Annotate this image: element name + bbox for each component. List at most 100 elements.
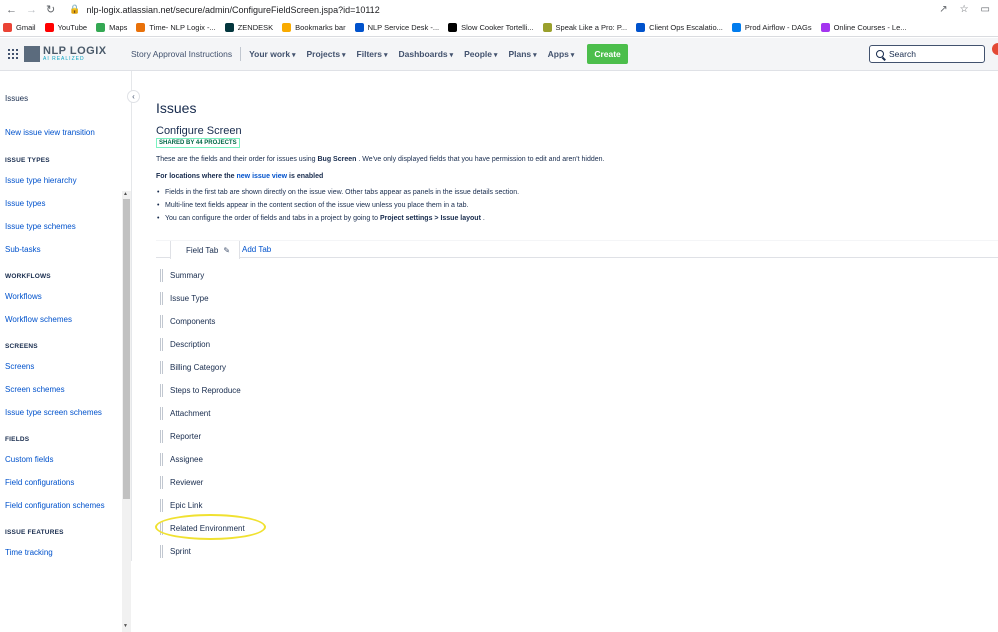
bookmark-item[interactable]: Time- NLP Logix -... [136, 23, 216, 32]
drag-handle-icon[interactable] [160, 268, 163, 282]
bookmark-item[interactable]: Gmail [3, 23, 36, 32]
sidebar-item-issues[interactable]: Issues [5, 94, 28, 103]
scroll-down-icon[interactable]: ▼ [123, 623, 128, 629]
nav-menu-dashboards[interactable]: Dashboards [399, 49, 454, 59]
add-tab-link[interactable]: Add Tab [242, 245, 271, 254]
sidebar-item-time-tracking[interactable]: Time tracking [5, 548, 53, 557]
field-row[interactable]: Summary [160, 268, 204, 282]
bookmark-item[interactable]: Bookmarks bar [282, 23, 346, 32]
drag-handle-icon[interactable] [160, 314, 163, 328]
drag-handle-icon[interactable] [160, 383, 163, 397]
drag-handle-icon[interactable] [160, 429, 163, 443]
new-issue-view-heading: For locations where the new issue view i… [156, 173, 324, 180]
nav-menu-your-work[interactable]: Your work [249, 49, 295, 59]
info-item: Fields in the first tab are shown direct… [156, 189, 519, 202]
search-input[interactable]: Search [869, 45, 985, 63]
bookmark-favicon-icon [136, 23, 146, 32]
drag-handle-icon[interactable] [160, 360, 163, 374]
back-icon[interactable]: ← [6, 4, 17, 16]
url-field[interactable]: nlp-logix.atlassian.net/secure/admin/Con… [86, 5, 379, 15]
field-row[interactable]: Billing Category [160, 360, 226, 374]
sidebar-item-workflow-schemes[interactable]: Workflow schemes [5, 315, 72, 324]
field-row[interactable]: Description [160, 337, 210, 351]
tab-field-tab[interactable]: Field Tab ✎ [170, 241, 240, 259]
sidebar-item-screen-schemes[interactable]: Screen schemes [5, 385, 65, 394]
sidebar-item-screens[interactable]: Screens [5, 362, 34, 371]
drag-handle-icon[interactable] [160, 291, 163, 305]
sidebar-item-issue-types[interactable]: Issue types [5, 199, 45, 208]
bookmark-favicon-icon [542, 23, 552, 32]
drag-handle-icon[interactable] [160, 337, 163, 351]
nav-menu-filters[interactable]: Filters [357, 49, 388, 59]
sidebar-item-field-configuration-schemes[interactable]: Field configuration schemes [5, 501, 105, 510]
nav-menu-projects[interactable]: Projects [307, 49, 346, 59]
bookmark-label: Client Ops Escalatio... [649, 23, 723, 32]
bookmark-favicon-icon [282, 23, 292, 32]
drag-handle-icon[interactable] [160, 475, 163, 489]
field-row[interactable]: Reviewer [160, 475, 203, 489]
story-approval-link[interactable]: Story Approval Instructions [131, 49, 232, 59]
bookmark-item[interactable]: Client Ops Escalatio... [636, 23, 723, 32]
bookmark-item[interactable]: Maps [96, 23, 127, 32]
bookmark-label: Gmail [16, 23, 36, 32]
drag-handle-icon[interactable] [160, 498, 163, 512]
bookmark-item[interactable]: NLP Service Desk -... [354, 23, 439, 32]
field-row[interactable]: Sprint [160, 544, 191, 558]
logo-tagline: AI REALIZED [43, 56, 85, 62]
forward-icon[interactable]: → [26, 4, 37, 16]
scroll-up-icon[interactable]: ▲ [123, 191, 128, 197]
sidebar-item-workflows[interactable]: Workflows [5, 292, 42, 301]
field-name: Assignee [170, 454, 203, 464]
bookmark-item[interactable]: Slow Cooker Tortelli... [448, 23, 534, 32]
sidebar-item-new-issue-view-transition[interactable]: New issue view transition [5, 128, 95, 137]
header-divider [240, 47, 242, 61]
field-row[interactable]: Attachment [160, 406, 210, 420]
main-nav: Your work Projects Filters Dashboards People… [249, 49, 574, 59]
share-icon[interactable]: ↗ [939, 4, 947, 15]
sidebar-section-fields: FIELDS [5, 436, 30, 443]
field-row[interactable]: Components [160, 314, 215, 328]
drag-handle-icon[interactable] [160, 544, 163, 558]
drag-handle-icon[interactable] [160, 452, 163, 466]
create-button[interactable]: Create [587, 44, 628, 64]
app-switcher-icon[interactable] [8, 49, 18, 59]
field-row[interactable]: Assignee [160, 452, 203, 466]
sidebar-item-field-configurations[interactable]: Field configurations [5, 478, 74, 487]
bookmark-label: Slow Cooker Tortelli... [461, 23, 534, 32]
new-issue-view-link[interactable]: new issue view [237, 173, 288, 180]
avatar[interactable] [992, 43, 998, 55]
reload-icon[interactable]: ↻ [46, 3, 55, 16]
star-icon[interactable]: ☆ [960, 4, 969, 15]
field-row[interactable]: Epic Link [160, 498, 202, 512]
bookmark-item[interactable]: Prod Airflow - DAGs [731, 23, 812, 32]
screen-title: Configure Screen [156, 125, 242, 137]
sidebar-scrollbar[interactable]: ▲ ▼ [122, 191, 131, 632]
lock-icon[interactable]: 🔒 [69, 4, 80, 15]
bookmark-item[interactable]: YouTube [44, 23, 87, 32]
scroll-thumb[interactable] [123, 199, 130, 499]
nav-menu-apps[interactable]: Apps [548, 49, 575, 59]
drag-handle-icon[interactable] [160, 406, 163, 420]
sidebar-item-custom-fields[interactable]: Custom fields [5, 455, 53, 464]
collapse-sidebar-icon[interactable]: ‹ [127, 90, 140, 103]
nav-menu-people[interactable]: People [464, 49, 497, 59]
sidebar-item-issue-type-screen-schemes[interactable]: Issue type screen schemes [5, 408, 102, 417]
field-row[interactable]: Reporter [160, 429, 201, 443]
bookmark-favicon-icon [3, 23, 12, 32]
logo-mark-icon [24, 46, 40, 62]
bookmark-item[interactable]: ZENDESK [224, 23, 273, 32]
bookmark-label: Online Courses - Le... [833, 23, 907, 32]
bookmark-item[interactable]: Online Courses - Le... [820, 23, 907, 32]
sidebar-item-sub-tasks[interactable]: Sub-tasks [5, 245, 41, 254]
nav-menu-plans[interactable]: Plans [508, 49, 536, 59]
edit-pencil-icon[interactable]: ✎ [223, 246, 230, 255]
field-row[interactable]: Steps to Reproduce [160, 383, 241, 397]
sidebar-item-issue-type-schemes[interactable]: Issue type schemes [5, 222, 76, 231]
extension-icon[interactable]: ▭ [981, 4, 990, 15]
logo[interactable]: NLP LOGIX AI REALIZED [24, 44, 118, 64]
tab-bar: Field Tab ✎ Add Tab [156, 240, 998, 259]
shared-badge[interactable]: SHARED BY 44 PROJECTS [156, 138, 240, 148]
field-row[interactable]: Issue Type [160, 291, 209, 305]
bookmark-item[interactable]: Speak Like a Pro: P... [542, 23, 627, 32]
sidebar-item-issue-type-hierarchy[interactable]: Issue type hierarchy [5, 176, 77, 185]
